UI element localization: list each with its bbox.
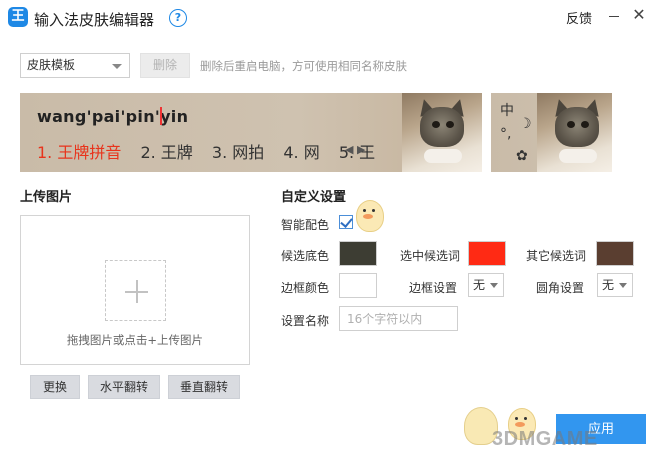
flip-vertical-button[interactable]: 垂直翻转 bbox=[168, 375, 240, 399]
upload-dropzone[interactable]: 拖拽图片或点击+上传图片 bbox=[20, 215, 250, 365]
other-candidate-swatch[interactable] bbox=[596, 241, 634, 266]
upload-section-title: 上传图片 bbox=[20, 190, 73, 205]
corner-setting-label: 圆角设置 bbox=[536, 281, 585, 295]
border-setting-dropdown[interactable]: 无 bbox=[468, 273, 504, 297]
minimize-icon[interactable] bbox=[604, 6, 624, 26]
skin-template-dropdown[interactable]: 皮肤模板 bbox=[20, 53, 130, 78]
upload-hint: 拖拽图片或点击+上传图片 bbox=[66, 333, 204, 347]
smart-color-label: 智能配色 bbox=[281, 218, 330, 232]
dropdown-caret-icon bbox=[619, 283, 627, 288]
chinese-mode-icon: 中 bbox=[500, 103, 514, 119]
plus-icon[interactable] bbox=[105, 260, 166, 321]
candidate-item: 1. 王牌拼音 bbox=[37, 143, 122, 162]
corner-setting-dropdown[interactable]: 无 bbox=[597, 273, 633, 297]
setting-name-label: 设置名称 bbox=[281, 314, 330, 328]
delete-button[interactable]: 删除 bbox=[140, 53, 190, 78]
candidate-bg-label: 候选底色 bbox=[281, 249, 330, 263]
dropdown-caret-icon bbox=[490, 283, 498, 288]
feedback-link[interactable]: 反馈 bbox=[566, 8, 592, 27]
close-icon[interactable]: ✕ bbox=[628, 4, 650, 26]
selected-candidate-label: 选中候选词 bbox=[400, 249, 461, 263]
app-logo-icon: 王 bbox=[8, 7, 28, 27]
candidate-item: 2. 王牌 bbox=[140, 143, 193, 162]
title-bar: 王 输入法皮肤编辑器 ? 反馈 ✕ bbox=[0, 0, 660, 36]
text-cursor bbox=[160, 107, 162, 125]
border-color-swatch[interactable] bbox=[339, 273, 377, 298]
cat-photo bbox=[402, 93, 482, 172]
candidate-list: 1. 王牌拼音 2. 王牌 3. 网拍 4. 网 5. 王 bbox=[37, 139, 389, 163]
pinyin-input-text: wang'pai'pin'yin bbox=[37, 107, 189, 126]
candidate-item: 4. 网 bbox=[283, 143, 320, 162]
page-arrows-icon: ◀ ▶ bbox=[345, 143, 366, 156]
delete-hint: 删除后重启电脑，方可使用相同名称皮肤 bbox=[200, 59, 407, 73]
candidate-item: 3. 网拍 bbox=[211, 143, 265, 162]
corner-setting-value: 无 bbox=[602, 278, 615, 292]
moon-icon: ☽ bbox=[519, 116, 532, 132]
window-title: 输入法皮肤编辑器 bbox=[34, 11, 155, 29]
border-color-label: 边框颜色 bbox=[281, 281, 330, 295]
border-setting-value: 无 bbox=[473, 278, 486, 292]
mascot-icon bbox=[352, 196, 388, 236]
skin-template-value: 皮肤模板 bbox=[27, 58, 76, 72]
cat-photo bbox=[537, 93, 612, 172]
setting-name-input[interactable] bbox=[339, 306, 458, 331]
selected-candidate-swatch[interactable] bbox=[468, 241, 506, 266]
watermark: 3DMGAME bbox=[492, 428, 598, 450]
gear-icon: ✿ bbox=[516, 148, 528, 164]
candidate-bg-swatch[interactable] bbox=[339, 241, 377, 266]
punctuation-icon: °, bbox=[500, 126, 512, 142]
custom-settings-title: 自定义设置 bbox=[281, 190, 347, 205]
skin-preview-status-bar: 中 ☽ °, ✿ bbox=[491, 93, 612, 172]
flip-horizontal-button[interactable]: 水平翻转 bbox=[88, 375, 160, 399]
smart-color-checkbox[interactable] bbox=[339, 215, 353, 229]
dropdown-caret-icon bbox=[112, 64, 122, 69]
border-setting-label: 边框设置 bbox=[409, 281, 458, 295]
other-candidate-label: 其它候选词 bbox=[526, 249, 587, 263]
replace-button[interactable]: 更换 bbox=[30, 375, 80, 399]
skin-preview-candidate-bar: wang'pai'pin'yin 1. 王牌拼音 2. 王牌 3. 网拍 4. … bbox=[20, 93, 482, 172]
help-icon[interactable]: ? bbox=[169, 9, 187, 27]
